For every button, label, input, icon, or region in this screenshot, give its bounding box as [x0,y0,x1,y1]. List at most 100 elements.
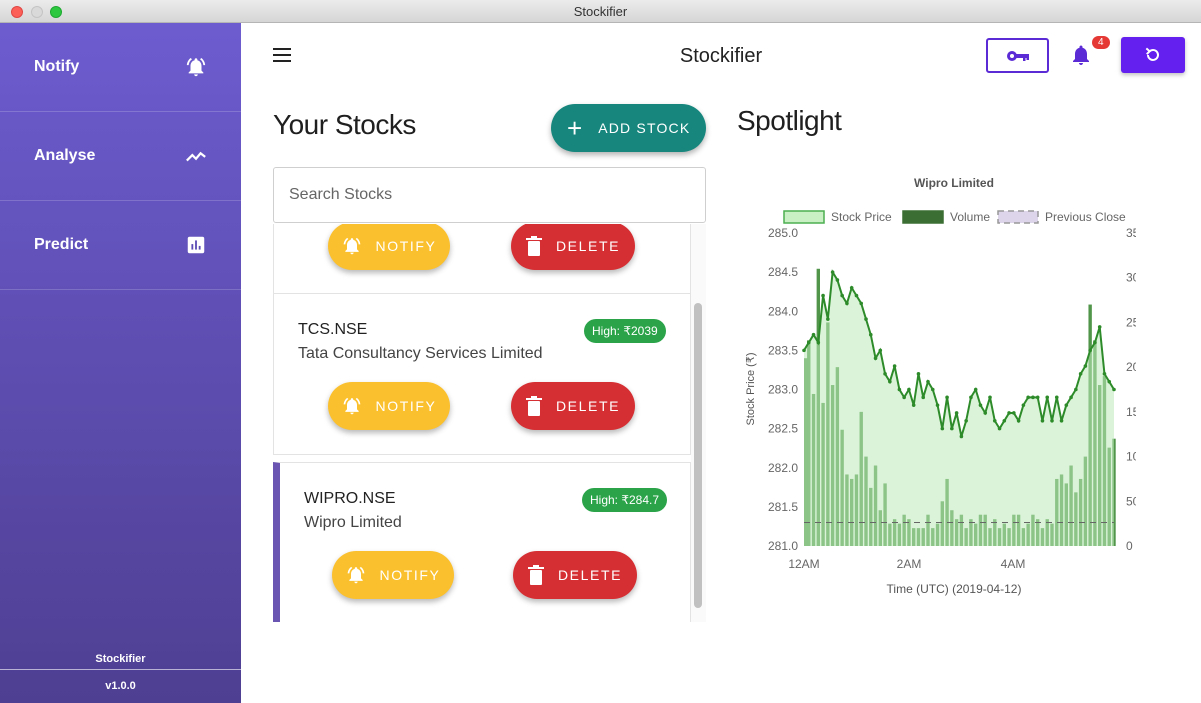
y-tick-label-right: 200000 [1126,360,1136,374]
your-stocks-heading: Your Stocks [273,109,416,140]
y-tick-label-right: 50000 [1126,494,1136,508]
price-point [1069,395,1073,400]
legend-swatch [997,210,1039,224]
price-point [1021,403,1026,407]
delete-button[interactable]: DELETE [511,382,635,430]
price-point [864,317,868,321]
notify-button[interactable]: NOTIFY [332,551,454,599]
delete-label: DELETE [555,398,621,414]
price-point [1016,419,1021,423]
y-tick-label-right: 150000 [1126,405,1136,419]
price-point [873,356,878,360]
price-point [1054,395,1059,400]
price-point [1093,340,1097,345]
sidebar-item-analyse[interactable]: Analyse [0,112,241,201]
price-area [804,272,1114,546]
price-point [821,293,825,298]
price-point [1050,419,1054,423]
search-stocks-input[interactable] [273,167,706,223]
price-point [806,340,811,345]
y-tick-label-right: 0 [1126,539,1133,553]
y-axis-label: Stock Price (₹) [745,352,757,425]
price-point [911,403,916,407]
price-point [902,395,906,400]
stock-card-wipro[interactable]: WIPRO.NSE Wipro Limited High: ₹284.7 NOT… [273,462,691,622]
x-axis-label: Time (UTC) (2019-04-12) [887,582,1022,596]
price-point [978,403,983,407]
price-point [826,317,830,321]
price-point [930,387,935,392]
price-point [1074,387,1078,392]
price-point [830,270,835,274]
stock-card-tcs[interactable]: TCS.NSE Tata Consultancy Services Limite… [273,293,691,455]
trash-icon [527,565,544,585]
api-key-button[interactable] [986,38,1049,73]
price-point [964,419,968,423]
alarm-bell-icon [347,566,364,584]
chart-title: Wipro Limited [914,176,994,190]
price-point [926,379,930,384]
y-tick-label-left: 282.5 [768,422,798,436]
price-point [892,364,897,368]
price-point [907,387,911,392]
y-tick-label-left: 281.5 [768,500,798,514]
sidebar-item-label: Notify [34,58,80,75]
y-tick-label-left: 283.5 [768,343,798,357]
price-point [888,379,892,384]
trending-up-icon [186,151,206,162]
stock-name: Wipro Limited [304,514,402,531]
price-point [1002,419,1007,423]
y-tick-label-left: 284.0 [768,304,798,318]
alarm-bell-icon [186,58,206,77]
delete-button[interactable]: DELETE [513,551,637,599]
sidebar: Notify Analyse Predict Stockifier v1.0.0 [0,23,241,703]
price-point [1102,372,1107,376]
price-point [811,332,816,337]
sidebar-item-label: Analyse [34,147,96,164]
y-tick-label-left: 284.5 [768,265,798,279]
notify-button[interactable]: NOTIFY [328,382,450,430]
price-point [868,332,873,337]
sidebar-item-notify[interactable]: Notify [0,23,241,112]
delete-label: DELETE [555,238,621,254]
price-point [845,301,849,306]
delete-button[interactable]: DELETE [511,224,635,270]
spotlight-chart: Wipro Limited Stock Price Volume Previous C… [745,176,1136,596]
page-title: Stockifier [679,45,763,67]
price-point [1083,364,1088,368]
sidebar-item-predict[interactable]: Predict [0,201,241,290]
notify-label: NOTIFY [379,567,441,583]
y-tick-label-left: 285.0 [768,226,798,240]
price-point [1107,379,1112,384]
notify-button[interactable]: NOTIFY [328,224,450,270]
price-point [1040,419,1045,423]
price-point [969,395,973,400]
price-point [859,301,864,306]
spotlight-heading: Spotlight [737,105,842,136]
sidebar-item-label: Predict [34,236,89,253]
add-stock-button[interactable]: + ADD STOCK [551,104,706,152]
price-point [1064,403,1069,407]
notification-count-badge: 4 [1092,36,1110,49]
notifications-bell-icon[interactable] [1069,43,1093,67]
scrollbar-thumb[interactable] [694,303,702,608]
refresh-button[interactable] [1121,37,1185,73]
alarm-bell-icon [343,237,360,255]
refresh-icon [1145,47,1159,61]
y-tick-label-left: 281.0 [768,539,798,553]
price-point [878,348,883,353]
plus-icon: + [567,113,583,143]
stock-symbol: TCS.NSE [298,321,368,338]
price-point [1112,387,1116,392]
price-point [835,278,840,282]
price-point [950,426,954,431]
x-tick-label: 12AM [788,557,819,571]
main-content: Stockifier 4 Your Stocks + ADD STOCK NOT… [241,23,1201,703]
price-point [992,419,997,423]
price-point [1088,348,1092,353]
legend-label: Volume [950,210,990,224]
y-tick-label-right: 350000 [1126,226,1136,240]
y-tick-label-right: 250000 [1126,315,1136,329]
price-point [954,411,959,415]
price-point [840,293,844,298]
